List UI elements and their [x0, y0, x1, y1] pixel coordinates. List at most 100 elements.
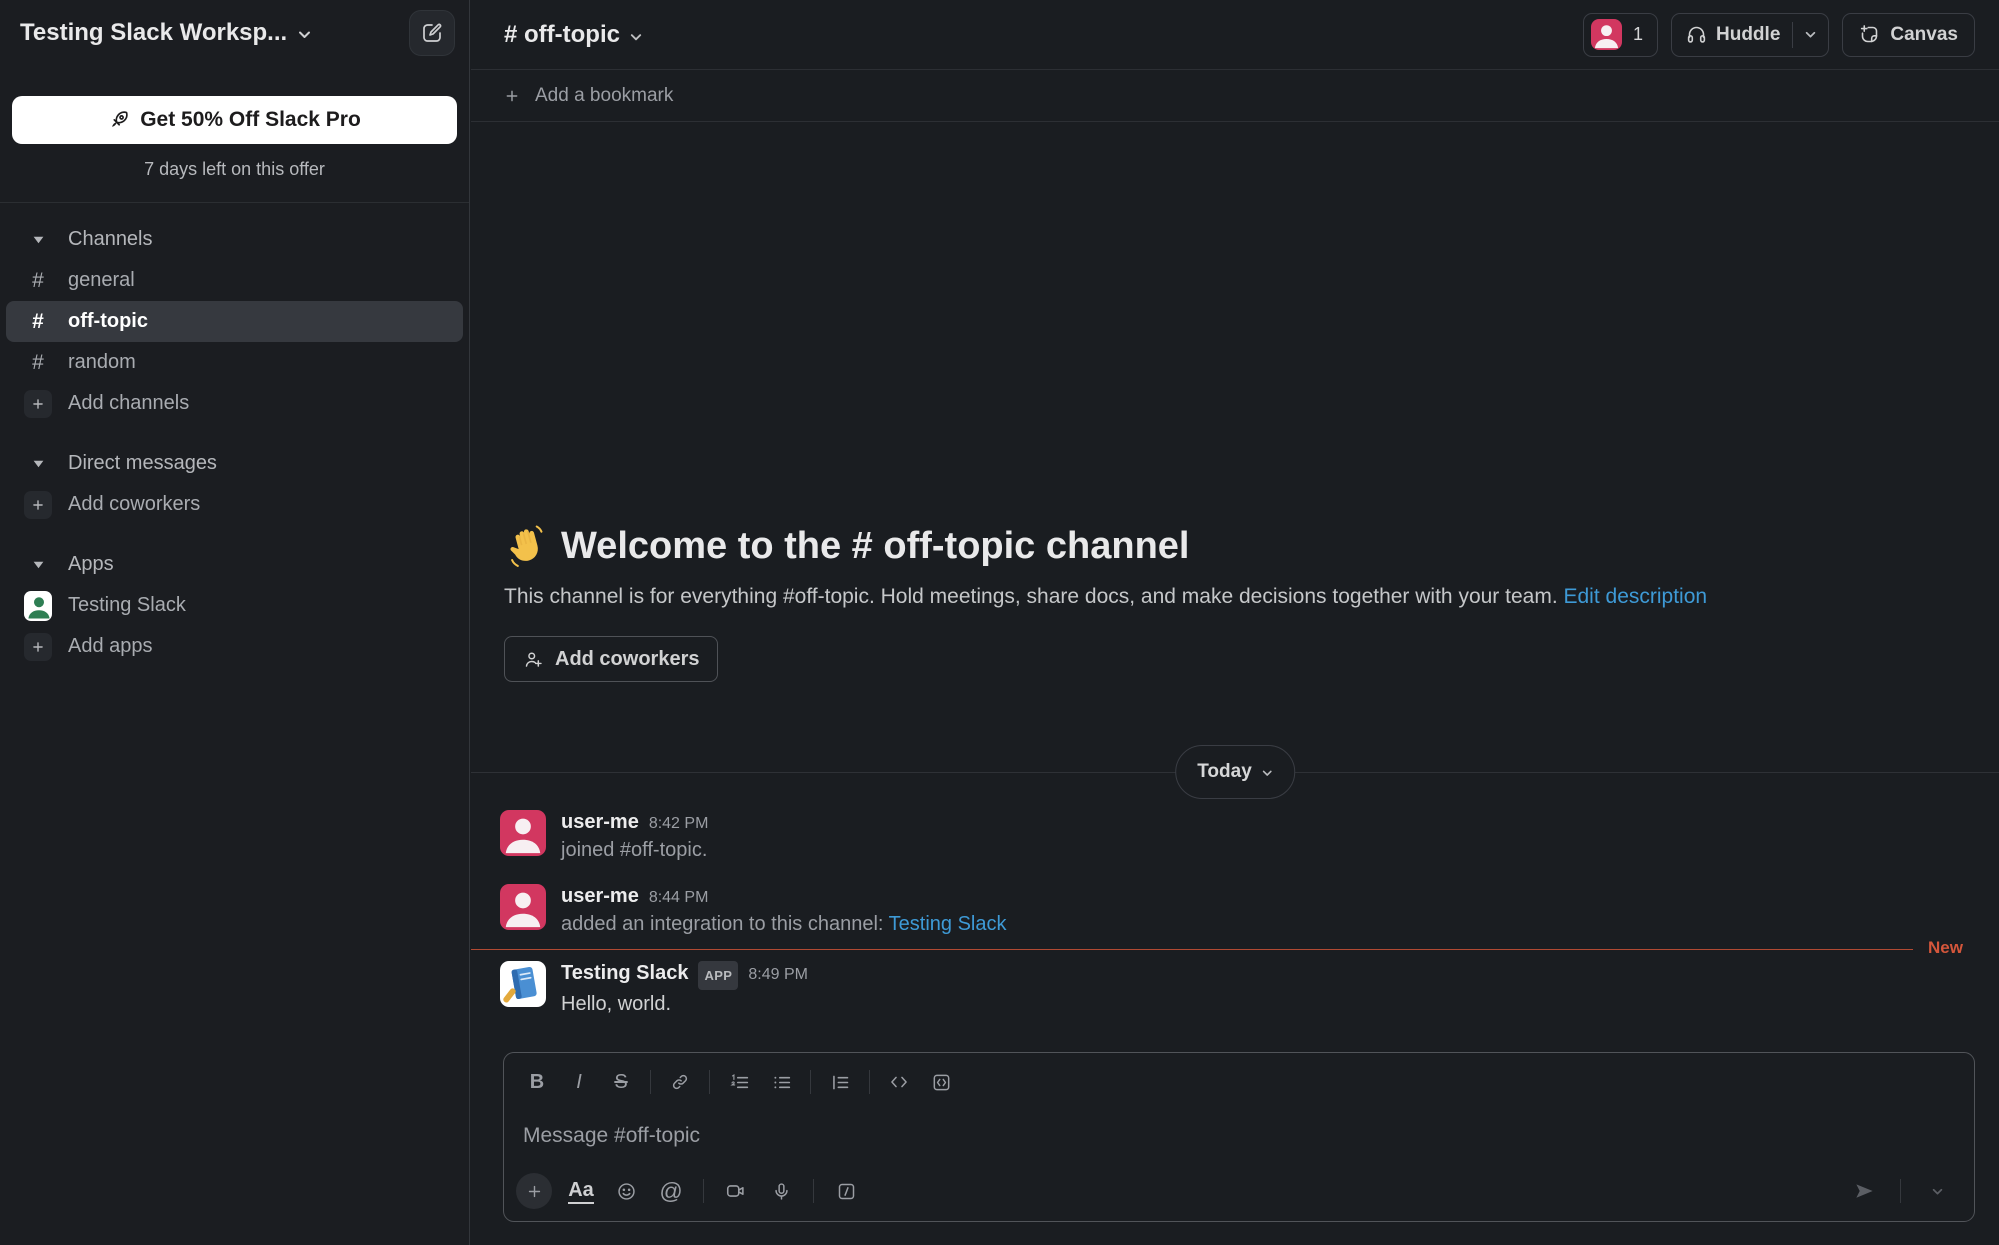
formatting-toolbar: B I S — [504, 1053, 1974, 1103]
caret-down-icon — [24, 558, 52, 571]
dm-section-label: Direct messages — [68, 452, 217, 475]
workspace-sidebar: Testing Slack Worksp... Get 50% Off Slac… — [0, 0, 470, 1245]
italic-button[interactable]: I — [558, 1065, 600, 1099]
ordered-list-button[interactable] — [718, 1065, 760, 1099]
attach-button[interactable] — [516, 1173, 552, 1209]
message-row: user-me 8:42 PM joined #off-topic. — [471, 800, 1999, 874]
dm-section-header[interactable]: Direct messages — [6, 443, 463, 484]
app-name-label: Testing Slack — [68, 594, 186, 617]
huddle-options-button[interactable] — [1793, 14, 1828, 56]
plus-icon — [24, 491, 52, 519]
message-content: user-me 8:42 PM joined #off-topic. — [561, 810, 708, 864]
add-channels-button[interactable]: Add channels — [6, 383, 463, 424]
message-timestamp[interactable]: 8:44 PM — [649, 885, 709, 910]
code-block-button[interactable] — [920, 1065, 962, 1099]
divider — [813, 1179, 814, 1203]
chevron-down-icon — [629, 30, 643, 44]
shortcuts-button[interactable] — [825, 1172, 867, 1210]
link-button[interactable] — [659, 1065, 701, 1099]
emoji-button[interactable] — [605, 1172, 647, 1210]
channel-title-button[interactable]: # off-topic — [504, 21, 643, 49]
divider — [1900, 1179, 1901, 1203]
channels-section-header[interactable]: Channels — [6, 219, 463, 260]
channel-header: # off-topic 1 Huddle — [471, 0, 1999, 70]
formatting-toggle-button[interactable]: Aa — [560, 1172, 602, 1210]
member-count-button[interactable]: 1 — [1583, 13, 1658, 57]
chevron-down-icon — [297, 27, 312, 42]
message-content: Testing Slack APP 8:49 PM Hello, world. — [561, 961, 808, 1018]
message-timestamp[interactable]: 8:49 PM — [748, 962, 808, 987]
plus-icon — [24, 633, 52, 661]
message-author[interactable]: user-me — [561, 884, 639, 909]
message-text: joined #off-topic. — [561, 836, 708, 864]
mention-button[interactable]: @ — [650, 1172, 692, 1210]
message-input[interactable]: Message #off-topic — [504, 1103, 1974, 1148]
member-count: 1 — [1633, 24, 1643, 45]
huddle-button[interactable]: Huddle — [1672, 14, 1792, 56]
sidebar-item-random[interactable]: # random — [6, 342, 463, 383]
canvas-icon — [1859, 24, 1880, 45]
welcome-title: Welcome to the # off-topic channel — [561, 525, 1189, 568]
workspace-switcher[interactable]: Testing Slack Worksp... — [20, 19, 312, 47]
message-row: user-me 8:44 PM added an integration to … — [471, 874, 1999, 948]
add-bookmark-label: Add a bookmark — [535, 85, 673, 107]
message-author[interactable]: Testing Slack — [561, 961, 688, 986]
send-options-button[interactable] — [1916, 1172, 1958, 1210]
add-apps-label: Add apps — [68, 635, 153, 658]
channel-description: This channel is for everything #off-topi… — [504, 585, 1959, 609]
new-message-button[interactable] — [409, 10, 455, 56]
hash-icon: # — [24, 269, 52, 293]
bold-button[interactable]: B — [516, 1065, 558, 1099]
send-button[interactable] — [1843, 1172, 1885, 1210]
composer-actions: Aa @ — [514, 1166, 1958, 1216]
huddle-label: Huddle — [1716, 24, 1780, 46]
upgrade-offer-button[interactable]: Get 50% Off Slack Pro — [12, 96, 457, 144]
blockquote-button[interactable] — [819, 1065, 861, 1099]
divider — [650, 1070, 651, 1094]
caret-down-icon — [24, 233, 52, 246]
audio-clip-button[interactable] — [760, 1172, 802, 1210]
message-author[interactable]: user-me — [561, 810, 639, 835]
channel-label: random — [68, 351, 136, 374]
add-coworkers-button[interactable]: Add coworkers — [504, 636, 718, 682]
headphones-icon — [1686, 24, 1707, 45]
send-controls — [1843, 1172, 1958, 1210]
message-text: added an integration to this channel: Te… — [561, 910, 1007, 938]
strikethrough-button[interactable]: S — [600, 1065, 642, 1099]
add-bookmark-bar[interactable]: Add a bookmark — [471, 70, 1999, 122]
offer-button-label: Get 50% Off Slack Pro — [140, 108, 361, 132]
message-composer: B I S — [503, 1052, 1975, 1222]
add-apps-button[interactable]: Add apps — [6, 626, 463, 667]
member-avatar — [1591, 19, 1622, 50]
integration-link[interactable]: Testing Slack — [889, 913, 1007, 935]
avatar[interactable] — [500, 884, 546, 930]
workspace-name: Testing Slack Worksp... — [20, 19, 287, 47]
channel-intro: Welcome to the # off-topic channel This … — [504, 524, 1959, 682]
video-clip-button[interactable] — [715, 1172, 757, 1210]
today-label: Today — [1197, 761, 1252, 783]
channels-section-label: Channels — [68, 228, 153, 251]
sidebar-item-off-topic[interactable]: # off-topic — [6, 301, 463, 342]
header-actions: 1 Huddle C — [1583, 13, 1975, 57]
canvas-button[interactable]: Canvas — [1842, 13, 1975, 57]
avatar[interactable] — [500, 810, 546, 856]
app-avatar[interactable] — [500, 961, 546, 1007]
apps-section-header[interactable]: Apps — [6, 544, 463, 585]
edit-description-link[interactable]: Edit description — [1564, 585, 1708, 608]
sidebar-item-general[interactable]: # general — [6, 260, 463, 301]
code-button[interactable] — [878, 1065, 920, 1099]
new-messages-divider: New — [471, 948, 1999, 951]
add-coworkers-button-sidebar[interactable]: Add coworkers — [6, 484, 463, 525]
caret-down-icon — [24, 457, 52, 470]
offer-note: 7 days left on this offer — [12, 159, 457, 180]
message-timestamp[interactable]: 8:42 PM — [649, 811, 709, 836]
bulleted-list-button[interactable] — [760, 1065, 802, 1099]
message-text-part: added an integration to this channel: — [561, 913, 889, 935]
plus-icon — [24, 390, 52, 418]
hash-icon: # — [24, 310, 52, 334]
sidebar-item-testing-slack-app[interactable]: Testing Slack — [6, 585, 463, 626]
today-divider-button[interactable]: Today — [1175, 745, 1295, 799]
channel-title: # off-topic — [504, 21, 620, 49]
channel-label: off-topic — [68, 310, 148, 333]
channel-nav: Channels # general # off-topic # random … — [0, 203, 469, 667]
